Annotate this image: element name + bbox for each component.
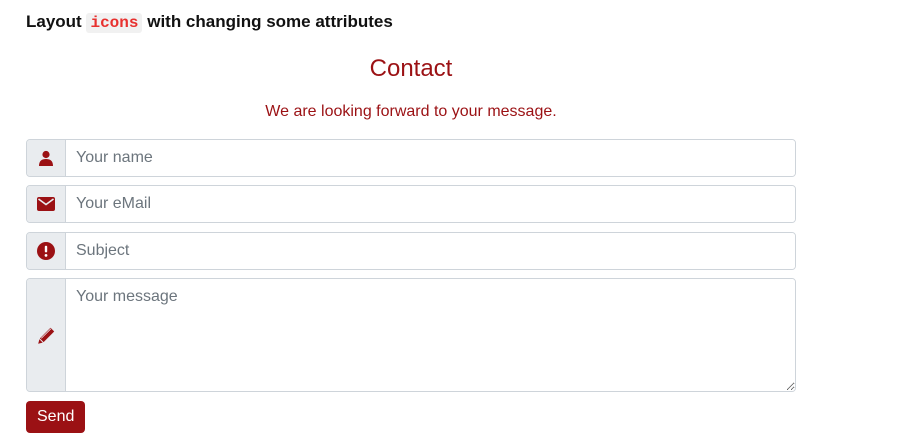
- heading-suffix: with changing some attributes: [147, 12, 393, 31]
- page-heading: Layout icons with changing some attribut…: [26, 10, 393, 35]
- pencil-icon: [37, 327, 54, 344]
- page: Layout icons with changing some attribut…: [0, 0, 922, 442]
- name-field-group: [26, 139, 796, 177]
- subject-field-group: [26, 232, 796, 270]
- message-textarea[interactable]: [66, 279, 795, 391]
- send-button[interactable]: Send: [26, 401, 86, 433]
- subject-input[interactable]: [66, 233, 795, 269]
- email-addon: [27, 186, 66, 222]
- message-addon: [27, 279, 66, 391]
- envelope-icon: [37, 197, 55, 211]
- email-field-group: [26, 185, 796, 223]
- heading-code: icons: [86, 13, 143, 33]
- user-icon: [39, 150, 53, 166]
- heading-prefix: Layout: [26, 12, 82, 31]
- message-field-group: [26, 278, 796, 392]
- name-input[interactable]: [66, 140, 795, 176]
- name-addon: [27, 140, 66, 176]
- exclamation-circle-icon: [37, 242, 55, 260]
- email-input[interactable]: [66, 186, 795, 222]
- contact-title: Contact: [369, 55, 453, 82]
- subject-addon: [27, 233, 66, 269]
- contact-subtitle: We are looking forward to your message.: [265, 103, 557, 120]
